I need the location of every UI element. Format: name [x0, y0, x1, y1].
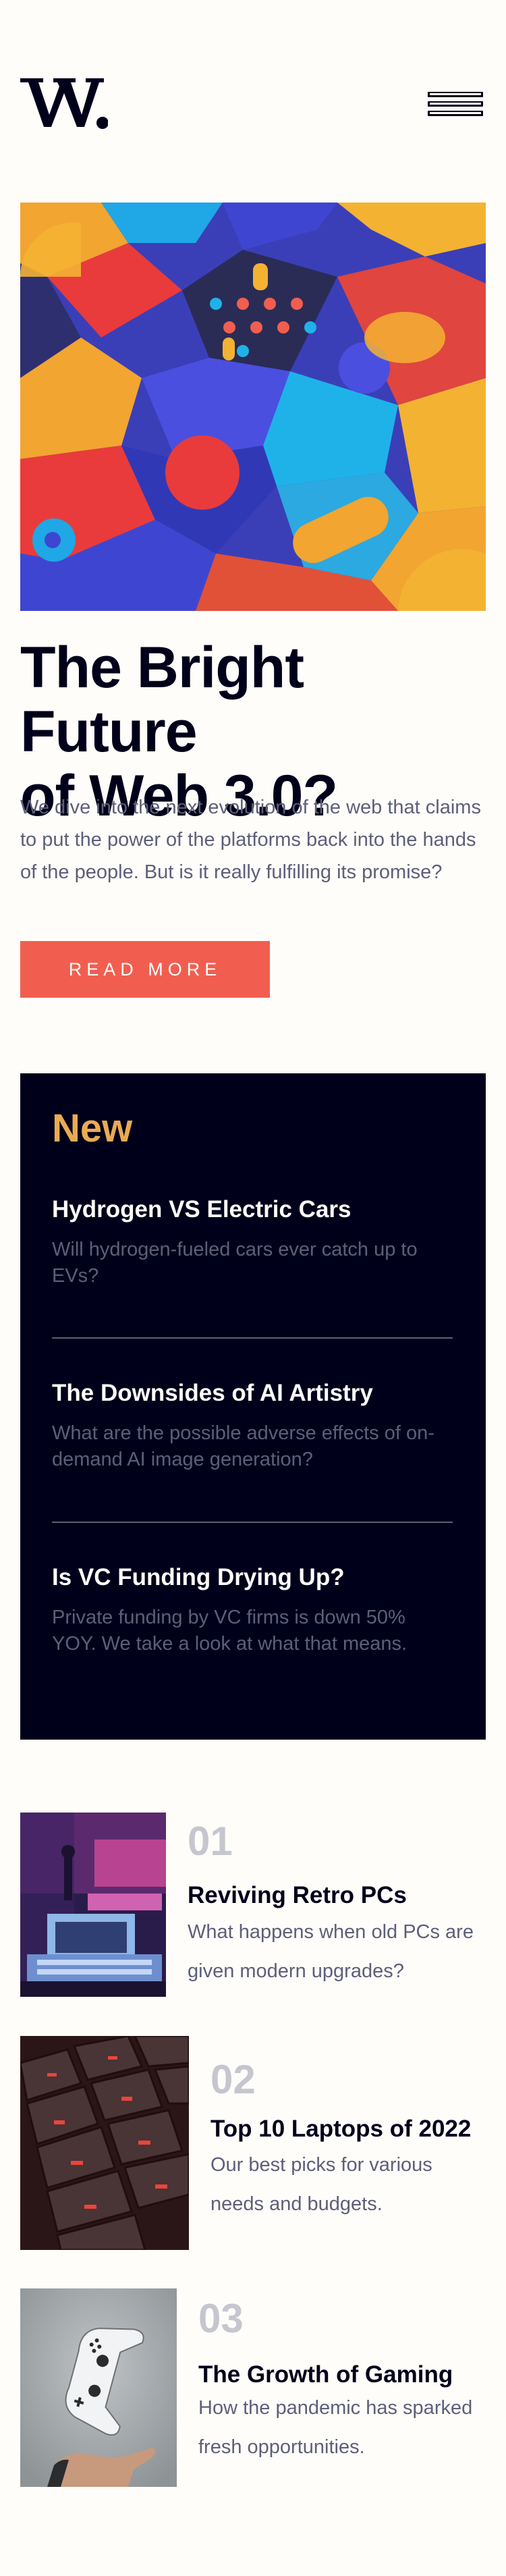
retro-pc-thumbnail[interactable]: [20, 1813, 166, 1997]
gaming-controller-thumbnail[interactable]: [20, 2288, 177, 2487]
new-divider: [52, 1337, 453, 1339]
article-number: 03: [198, 2296, 244, 2341]
article-item[interactable]: 03 The Growth of Gaming How the pandemic…: [20, 2288, 486, 2487]
hero-title-line-1: The Bright Future: [20, 635, 304, 764]
new-articles-panel: New Hydrogen VS Electric Cars Will hydro…: [20, 1073, 486, 1740]
new-item[interactable]: Is VC Funding Drying Up? Private funding…: [52, 1563, 453, 1657]
new-divider: [52, 1522, 453, 1523]
article-description: How the pandemic has sparked fresh oppor…: [198, 2397, 473, 2458]
article-item[interactable]: 01 Reviving Retro PCs What happens when …: [20, 1813, 486, 1997]
article-title[interactable]: The Growth of Gaming: [198, 2361, 453, 2388]
new-item-title[interactable]: Is VC Funding Drying Up?: [52, 1563, 453, 1592]
new-item[interactable]: Hydrogen VS Electric Cars Will hydrogen-…: [52, 1195, 453, 1289]
new-item-text: Private funding by VC firms is down 50% …: [52, 1607, 407, 1655]
laptop-keyboard-thumbnail[interactable]: [20, 2036, 189, 2250]
read-more-button[interactable]: READ MORE: [20, 941, 270, 998]
page: The Bright Future of Web 3.0? We dive in…: [0, 0, 506, 2576]
article-title[interactable]: Top 10 Laptops of 2022: [210, 2116, 471, 2143]
article-number: 02: [210, 2057, 256, 2102]
new-item-title[interactable]: The Downsides of AI Artistry: [52, 1378, 453, 1408]
article-description: Our best picks for various needs and bud…: [210, 2154, 432, 2215]
hero-description: We dive into the next evolution of the w…: [20, 797, 481, 883]
article-description: What happens when old PCs are given mode…: [188, 1921, 474, 1982]
new-item-text: What are the possible adverse effects of…: [52, 1422, 434, 1470]
article-number: 01: [188, 1819, 233, 1864]
new-item-text: Will hydrogen-fueled cars ever catch up …: [52, 1239, 418, 1287]
new-item-title[interactable]: Hydrogen VS Electric Cars: [52, 1195, 453, 1225]
new-heading: New: [52, 1106, 133, 1150]
hero-image: [20, 203, 486, 611]
article-title[interactable]: Reviving Retro PCs: [188, 1882, 407, 1909]
site-logo[interactable]: [20, 73, 108, 131]
hamburger-menu-icon[interactable]: [425, 86, 486, 122]
new-item[interactable]: The Downsides of AI Artistry What are th…: [52, 1378, 453, 1473]
article-item[interactable]: 02 Top 10 Laptops of 2022 Our best picks…: [20, 2036, 486, 2250]
